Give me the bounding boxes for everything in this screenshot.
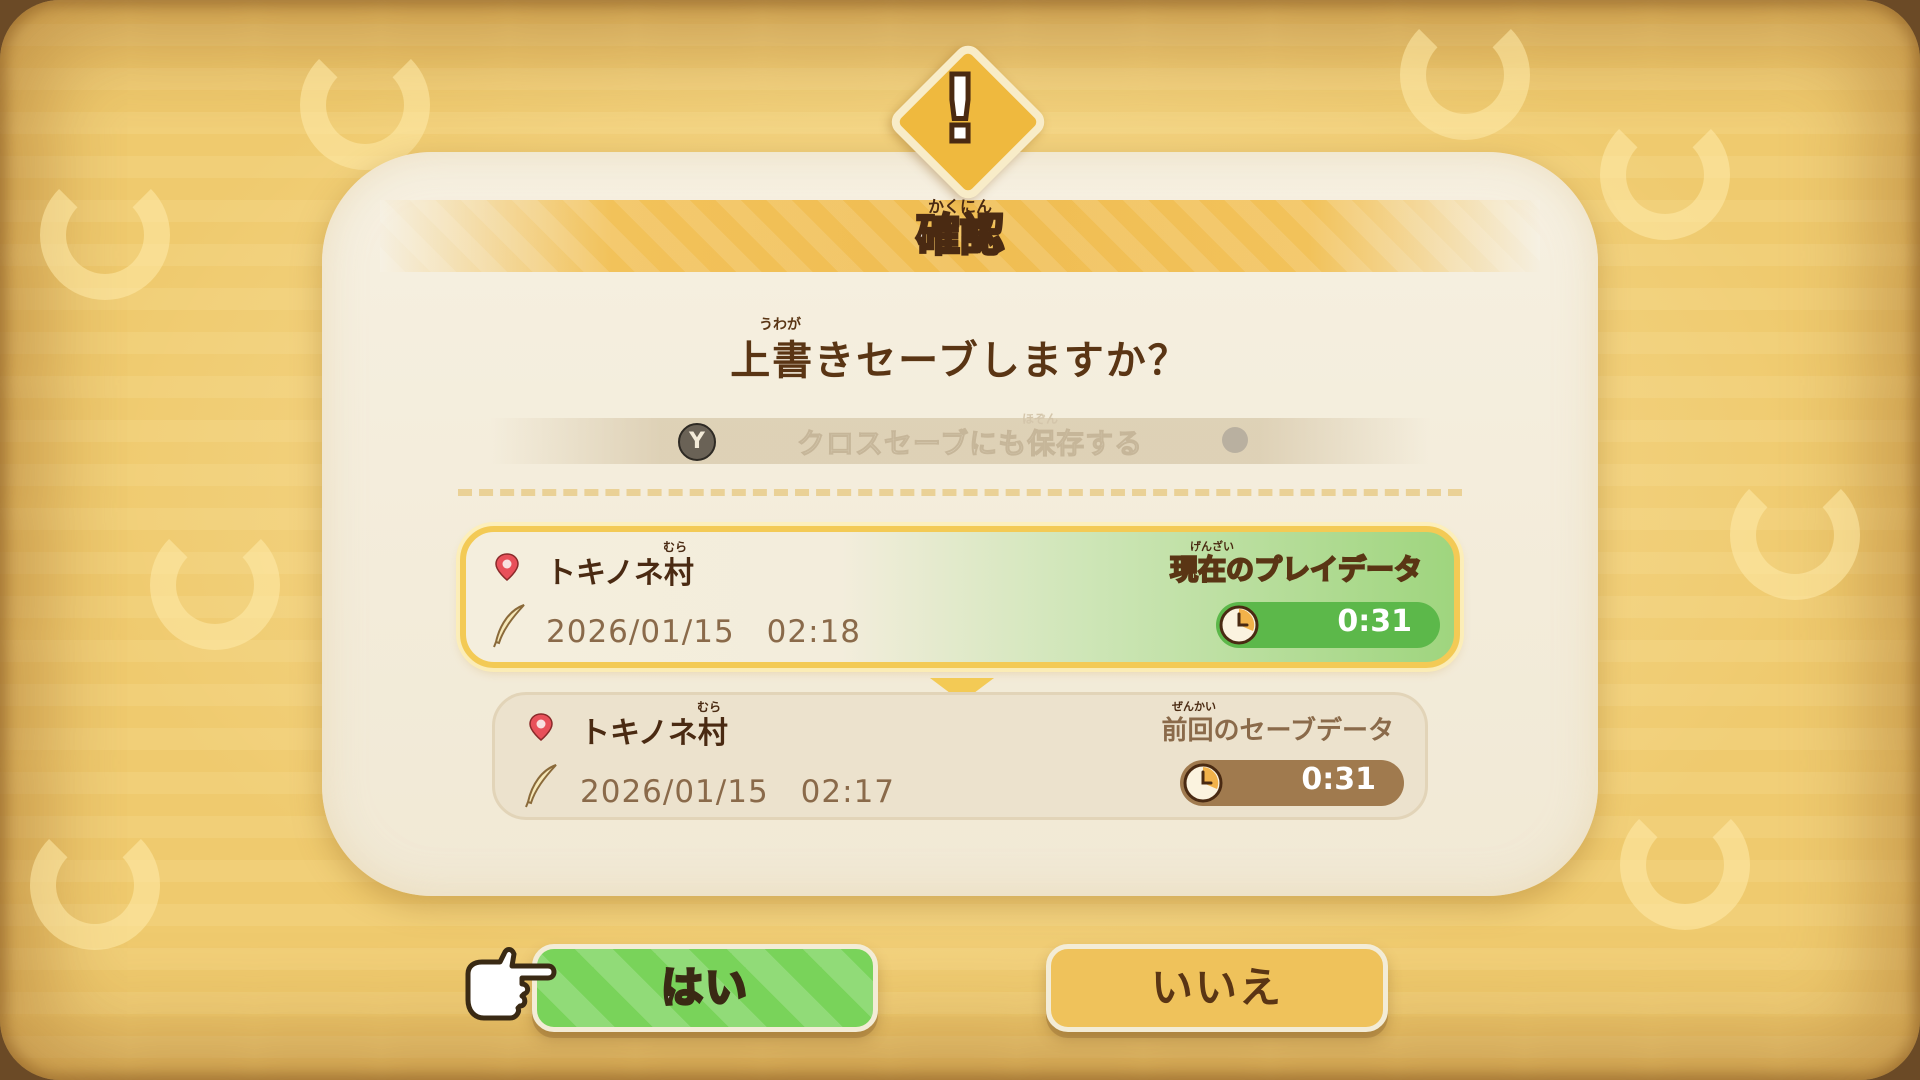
background-pattern: [300, 40, 430, 170]
background-pattern: [40, 170, 170, 300]
cross-save-label: クロスセーブにも保存する: [796, 427, 1144, 461]
clock-icon: [1183, 763, 1223, 803]
no-button-label: いいえ: [1150, 963, 1283, 1012]
exclamation-icon: !: [885, 39, 1051, 205]
current-datetime: 2026/01/15 02:18: [546, 614, 862, 650]
background-pattern: [1600, 110, 1730, 240]
current-playtime: 0:31: [1337, 604, 1412, 639]
map-pin-icon: [529, 713, 553, 741]
quill-pen-icon: [525, 764, 557, 808]
dialog-question: 上書きセーブしますか？: [730, 338, 1190, 384]
yes-button-label: はい: [659, 962, 749, 1014]
current-place: トキノネ村: [546, 556, 694, 591]
quill-pen-icon: [493, 604, 525, 648]
map-pin-icon: [495, 553, 519, 581]
previous-datetime: 2026/01/15 02:17: [580, 774, 896, 810]
dialog-title: 確認: [915, 209, 1006, 263]
pointing-hand-icon: [465, 947, 557, 1021]
current-data-tag: 現在のプレイデータ: [1169, 552, 1423, 587]
previous-playtime: 0:31: [1301, 762, 1376, 797]
yes-button[interactable]: はい: [532, 944, 878, 1032]
previous-place: トキノネ村: [580, 716, 728, 751]
no-button[interactable]: いいえ: [1046, 944, 1388, 1032]
y-button-icon: Y: [678, 423, 716, 461]
background-pattern: [150, 520, 280, 650]
clock-icon: [1219, 605, 1259, 645]
cross-save-toggle[interactable]: [1222, 427, 1248, 453]
background-pattern: [30, 820, 160, 950]
background-pattern: [1730, 470, 1860, 600]
previous-data-tag: 前回のセーブデータ: [1161, 716, 1394, 746]
exclamation-glyph: !: [937, 56, 984, 163]
background-pattern: [1620, 800, 1750, 930]
divider: [458, 489, 1462, 496]
background-pattern: [1400, 10, 1530, 140]
